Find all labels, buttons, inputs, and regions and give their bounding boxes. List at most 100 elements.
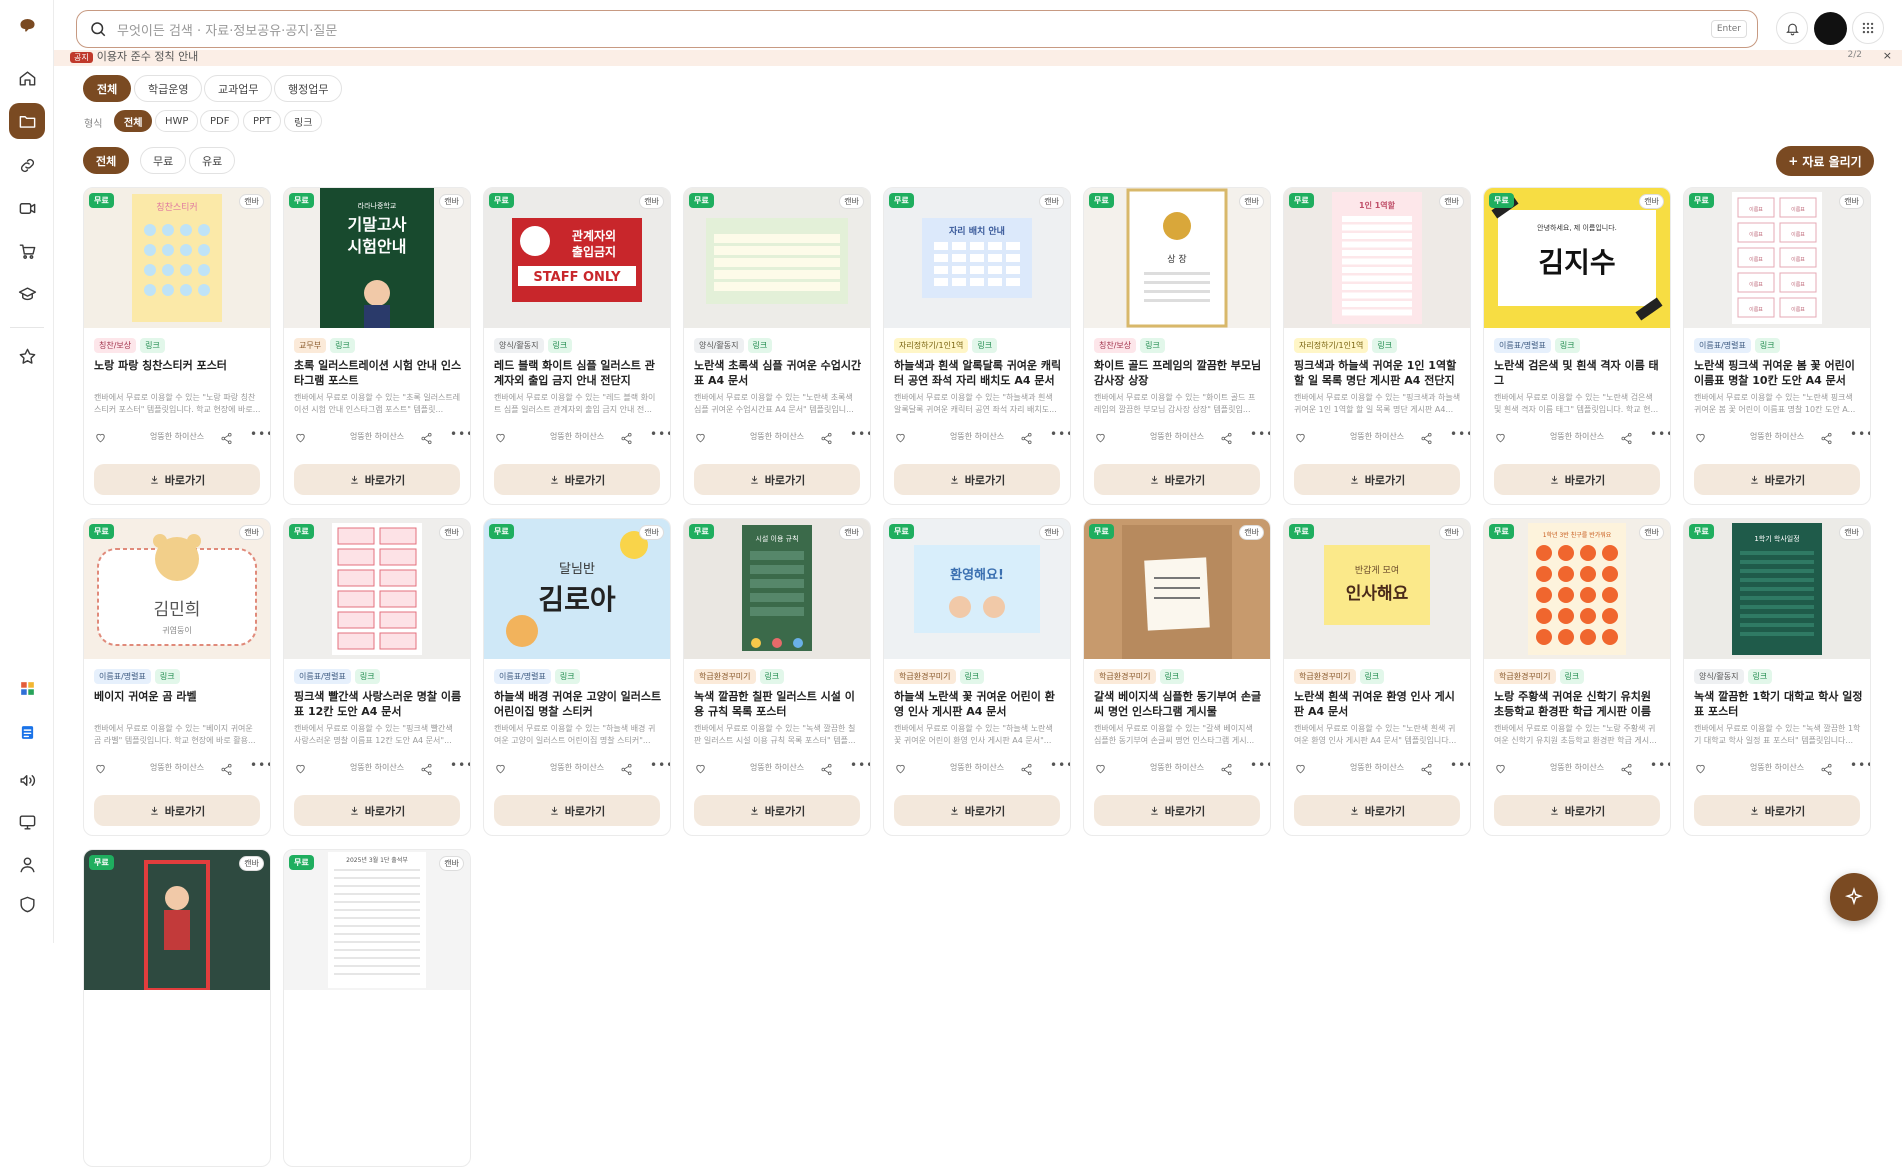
card-title[interactable]: 노랑 파랑 칭찬스티커 포스터 [94, 358, 264, 388]
share-icon[interactable] [420, 430, 433, 449]
apps-button[interactable] [1852, 12, 1884, 44]
folder-icon[interactable] [9, 103, 45, 139]
resource-card[interactable]: 상 장 무료 캔바 칭찬/보상 링크 화이트 골드 프레임의 깔끔한 부모님 감… [1083, 187, 1271, 505]
share-icon[interactable] [1620, 430, 1633, 449]
heart-icon[interactable] [1494, 760, 1507, 779]
card-thumbnail[interactable]: 상 장 무료 캔바 [1084, 188, 1270, 328]
more-icon[interactable]: ••• [1850, 427, 1870, 441]
go-button[interactable]: 바로가기 [1494, 795, 1660, 826]
share-icon[interactable] [820, 430, 833, 449]
share-icon[interactable] [1020, 761, 1033, 780]
resource-card[interactable]: 라라나중학교 기말고사 시험안내 무료 캔바 교무부 링크 초록 일러스트레이션 시… [283, 187, 471, 505]
format-hwp[interactable]: HWP [155, 110, 199, 132]
go-button[interactable]: 바로가기 [94, 795, 260, 826]
heart-icon[interactable] [1094, 429, 1107, 448]
card-thumbnail[interactable]: 시설 이용 규칙 무료 캔바 [684, 519, 870, 659]
resource-card[interactable]: 무료 캔바 [83, 849, 271, 1167]
go-button[interactable]: 바로가기 [1694, 464, 1860, 495]
card-thumbnail[interactable]: 환영해요! 무료 캔바 [884, 519, 1070, 659]
go-button[interactable]: 바로가기 [1494, 464, 1660, 495]
heart-icon[interactable] [694, 429, 707, 448]
heart-icon[interactable] [94, 760, 107, 779]
upload-button[interactable]: + 자료 올리기 [1776, 146, 1874, 176]
more-icon[interactable]: ••• [450, 427, 470, 441]
heart-icon[interactable] [94, 429, 107, 448]
card-title[interactable]: 노랑 주황색 귀여운 신학기 유치원 초등학교 환경판 학급 게시판 이름표..… [1494, 689, 1664, 719]
share-icon[interactable] [1220, 761, 1233, 780]
resource-card[interactable]: 이름표 이름표 이름표 이름표 이름표 이름표 이름표 이름표 이름표 이름표 무료 캔바 이름표… [1683, 187, 1871, 505]
more-icon[interactable]: ••• [1050, 427, 1070, 441]
go-button[interactable]: 바로가기 [1694, 795, 1860, 826]
card-title[interactable]: 베이지 귀여운 곰 라벨 [94, 689, 264, 719]
card-title[interactable]: 갈색 베이지색 심플한 동기부여 손글씨 명언 인스타그램 게시물 [1094, 689, 1264, 719]
card-thumbnail[interactable]: 이름표 이름표 이름표 이름표 이름표 이름표 이름표 이름표 이름표 이름표 무료 캔바 [1684, 188, 1870, 328]
card-thumbnail[interactable]: 무료 캔바 [284, 519, 470, 659]
share-icon[interactable] [220, 430, 233, 449]
go-button[interactable]: 바로가기 [694, 464, 860, 495]
resource-card[interactable]: 2025년 3월 1단 출석부 무료 캔바 [283, 849, 471, 1167]
notice-banner[interactable]: 공지 이용자 준수 정칙 안내 2/2 × [54, 50, 1902, 66]
go-button[interactable]: 바로가기 [94, 464, 260, 495]
more-icon[interactable]: ••• [650, 427, 670, 441]
heart-icon[interactable] [494, 760, 507, 779]
monitor-icon[interactable] [9, 804, 45, 840]
audio-icon[interactable] [9, 762, 45, 798]
go-button[interactable]: 바로가기 [894, 464, 1060, 495]
more-icon[interactable]: ••• [850, 758, 870, 772]
widgets-icon[interactable] [9, 670, 45, 706]
go-button[interactable]: 바로가기 [894, 795, 1060, 826]
resource-card[interactable]: 자리 배치 안내 무료 캔바 자리정하기/1인1역 링크 하늘색과 흰색 알록달… [883, 187, 1071, 505]
heart-icon[interactable] [294, 760, 307, 779]
card-title[interactable]: 노란색 검은색 및 흰색 격자 이름 태그 [1494, 358, 1664, 388]
more-icon[interactable]: ••• [1250, 427, 1270, 441]
resource-card[interactable]: 환영해요! 무료 캔바 학급환경꾸미기 링크 하늘색 노란색 꽃 귀여운 어린이… [883, 518, 1071, 836]
cart-icon[interactable] [9, 233, 45, 269]
document-icon[interactable] [9, 714, 45, 750]
more-icon[interactable]: ••• [1450, 427, 1470, 441]
notification-button[interactable] [1776, 12, 1808, 44]
more-icon[interactable]: ••• [250, 758, 270, 772]
resource-card[interactable]: 1학기 학사일정 무료 캔바 양식/활동지 링크 녹색 깔끔한 1학기 대학교 … [1683, 518, 1871, 836]
go-button[interactable]: 바로가기 [1094, 464, 1260, 495]
category-subject[interactable]: 교과업무 [204, 75, 273, 102]
heart-icon[interactable] [694, 760, 707, 779]
heart-icon[interactable] [1294, 760, 1307, 779]
card-thumbnail[interactable]: 칭찬스티커 무료 캔바 [84, 188, 270, 328]
search-bar[interactable]: 무엇이든 검색 · 자료·정보공유·공지·질문 Enter [76, 10, 1758, 48]
price-paid[interactable]: 유료 [189, 147, 236, 174]
go-button[interactable]: 바로가기 [294, 795, 460, 826]
share-icon[interactable] [1020, 430, 1033, 449]
share-icon[interactable] [220, 761, 233, 780]
resource-card[interactable]: 1인 1역할 무료 캔바 자리정하기/1인1역 링크 핑크색과 하늘색 귀여운 … [1283, 187, 1471, 505]
card-thumbnail[interactable]: 2025년 3월 1단 출석부 무료 캔바 [284, 850, 470, 990]
go-button[interactable]: 바로가기 [694, 795, 860, 826]
card-title[interactable]: 녹색 깔끔한 1학기 대학교 학사 일정 표 포스터 [1694, 689, 1864, 719]
more-icon[interactable]: ••• [250, 427, 270, 441]
format-link[interactable]: 링크 [284, 110, 323, 132]
heart-icon[interactable] [294, 429, 307, 448]
card-thumbnail[interactable]: 무료 캔바 [684, 188, 870, 328]
search-input[interactable]: 무엇이든 검색 · 자료·정보공유·공지·질문 [117, 20, 1711, 39]
more-icon[interactable]: ••• [1050, 758, 1070, 772]
card-thumbnail[interactable]: 1학기 학사일정 무료 캔바 [1684, 519, 1870, 659]
logo-icon[interactable] [9, 6, 45, 42]
card-title[interactable]: 레드 블랙 화이트 심플 일러스트 관계자외 출입 금지 안내 전단지 [494, 358, 664, 388]
more-icon[interactable]: ••• [1650, 427, 1670, 441]
card-thumbnail[interactable]: 달님반 김로아 무료 캔바 [484, 519, 670, 659]
more-icon[interactable]: ••• [450, 758, 470, 772]
card-title[interactable]: 초록 일러스트레이션 시험 안내 인스타그램 포스트 [294, 358, 464, 388]
card-title[interactable]: 노란색 초록색 심플 귀여운 수업시간표 A4 문서 [694, 358, 864, 388]
share-icon[interactable] [1620, 761, 1633, 780]
format-ppt[interactable]: PPT [243, 110, 282, 132]
home-icon[interactable] [9, 60, 45, 96]
resource-card[interactable]: 시설 이용 규칙 무료 캔바 학급환경꾸미기 링크 녹색 깔끔한 칠판 일러스트… [683, 518, 871, 836]
resource-card[interactable]: 김민희 귀염둥이 무료 캔바 이름표/명렬표 링크 베이지 귀여운 곰 라벨 캔바… [83, 518, 271, 836]
resource-card[interactable]: 반갑게 모여 인사해요 무료 캔바 학급환경꾸미기 링크 노란색 흰색 귀여운 환… [1283, 518, 1471, 836]
share-icon[interactable] [1820, 761, 1833, 780]
more-icon[interactable]: ••• [650, 758, 670, 772]
card-title[interactable]: 녹색 깔끔한 칠판 일러스트 시설 이용 규칙 목록 포스터 [694, 689, 864, 719]
heart-icon[interactable] [494, 429, 507, 448]
card-title[interactable]: 핑크색과 하늘색 귀여운 1인 1역할 할 일 목록 명단 게시판 A4 전단지 [1294, 358, 1464, 388]
card-title[interactable]: 핑크색 빨간색 사랑스러운 명찰 이름표 12칸 도안 A4 문서 [294, 689, 464, 719]
heart-icon[interactable] [1494, 429, 1507, 448]
